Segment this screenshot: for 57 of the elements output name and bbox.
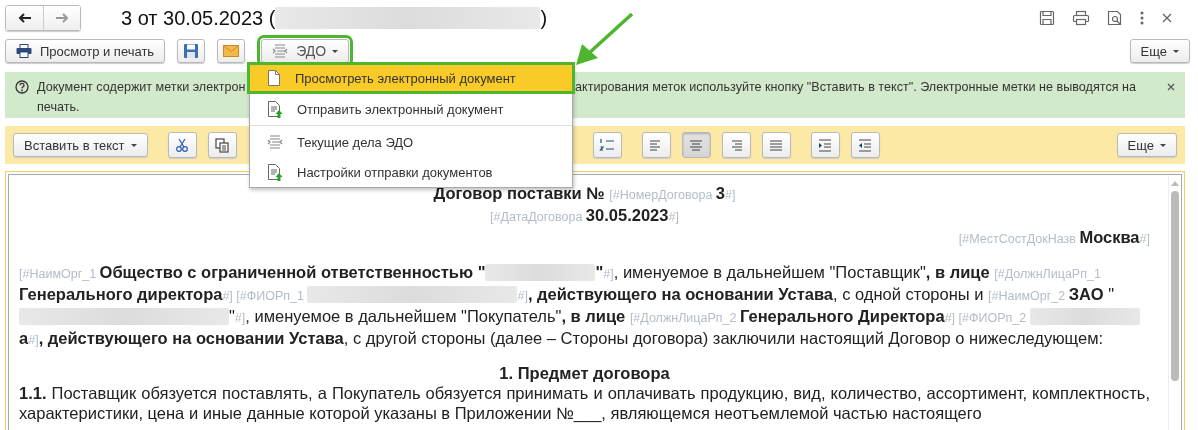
insert-into-text-button[interactable]: Вставить в текст — [13, 133, 148, 157]
align-center-icon — [688, 137, 705, 153]
document-upload-icon — [267, 163, 283, 181]
caret-icon — [332, 49, 339, 53]
caret-icon — [130, 143, 137, 147]
document-paragraph: [#НаимОрг_1 Общество с ограниченной ответственностью " "#], именуемое в дальнейшем "Поставщик", в лице [#ДолжнЛицаРп_1 Генерального директора#] [#ФИОРп_1 #], действующего на основании Устава, с одной стороны и [#НаимОрг_2 ЗАО " "#], именуемое в дальнейшем "Покупатель", в лице [#ДолжнЛицаРп_2 Генерального Директора#] [#ФИОРп_2 а#], действующего на основании Устава, с другой стороны (далее – Стороны договора) заключили настоящий Договор о нижеследующем: — [19, 262, 1150, 350]
align-left-button[interactable] — [641, 132, 671, 158]
indent-button[interactable] — [810, 132, 840, 158]
cut-button[interactable] — [167, 132, 197, 158]
page-icon — [267, 70, 281, 86]
print-preview-button[interactable]: Просмотр и печать — [5, 39, 166, 63]
notice-text: Документ содержит метки электрон — [37, 79, 246, 96]
numbered-list-button[interactable] — [592, 132, 622, 158]
menu-item[interactable]: Просмотреть электронный документ — [247, 62, 575, 94]
outdent-icon — [857, 137, 874, 153]
document-paragraph: 1. Предмет договора — [498, 363, 671, 383]
document-exchange-icon — [272, 43, 289, 59]
envelope-icon — [223, 45, 240, 57]
document-paragraph: [#ДатаДоговора 30.05.2023#] — [489, 205, 680, 226]
back-arrow-icon — [17, 13, 32, 23]
menu-item[interactable]: Текущие дела ЭДО — [250, 127, 572, 157]
more-button[interactable]: Еще — [1116, 133, 1177, 157]
close-icon[interactable] — [1161, 12, 1173, 24]
cut-icon — [174, 137, 191, 153]
caret-icon — [1173, 49, 1179, 53]
document-paragraph: 1.1. Поставщик обязуется поставлять, а Покупатель обязуется принимать и оплачивать продукцию, вид, количество, ассортимент, комплектность, характеристики, цена и иные данные которой указаны в Приложении №___, являющемся неотъемлемой частью настоящего — [19, 383, 1150, 423]
close-icon[interactable] — [1167, 83, 1175, 91]
align-justify-icon — [768, 137, 785, 153]
forward-arrow-icon — [55, 13, 69, 23]
more-button[interactable]: Еще — [1129, 39, 1190, 63]
help-icon — [15, 80, 29, 94]
copy-button[interactable] — [207, 132, 237, 158]
document-exchange-icon — [267, 134, 283, 150]
email-button[interactable] — [217, 39, 246, 63]
indent-icon — [817, 137, 834, 153]
notice-text: актирования меток используйте кнопку "Вставить в текст". Электронные метки не выводятся на — [575, 79, 1136, 96]
document-upload-icon — [267, 100, 283, 118]
printer-icon — [16, 44, 32, 58]
scrollbar[interactable] — [1168, 175, 1181, 430]
back-button[interactable] — [6, 6, 43, 30]
notice-text: печать. — [37, 100, 80, 114]
caret-icon — [1160, 143, 1166, 147]
menu-item[interactable]: Отправить электронный документ — [250, 94, 572, 124]
window-title: 3 от 30.05.2023 ( ) — [121, 6, 548, 30]
more-options-icon[interactable] — [1140, 11, 1144, 25]
document-paragraph: [#МестСостДокНазв Москва#] — [957, 227, 1150, 248]
outdent-button[interactable] — [850, 132, 880, 158]
preview-icon[interactable] — [1107, 10, 1123, 26]
floppy-icon — [183, 43, 200, 59]
align-center-button[interactable] — [681, 132, 711, 158]
align-justify-button[interactable] — [761, 132, 791, 158]
print-icon[interactable] — [1072, 10, 1090, 26]
align-right-button[interactable] — [721, 132, 751, 158]
save-icon[interactable] — [1039, 10, 1055, 26]
copy-icon — [214, 137, 231, 153]
save-button[interactable] — [177, 39, 206, 63]
numbered-list-icon — [599, 137, 616, 153]
